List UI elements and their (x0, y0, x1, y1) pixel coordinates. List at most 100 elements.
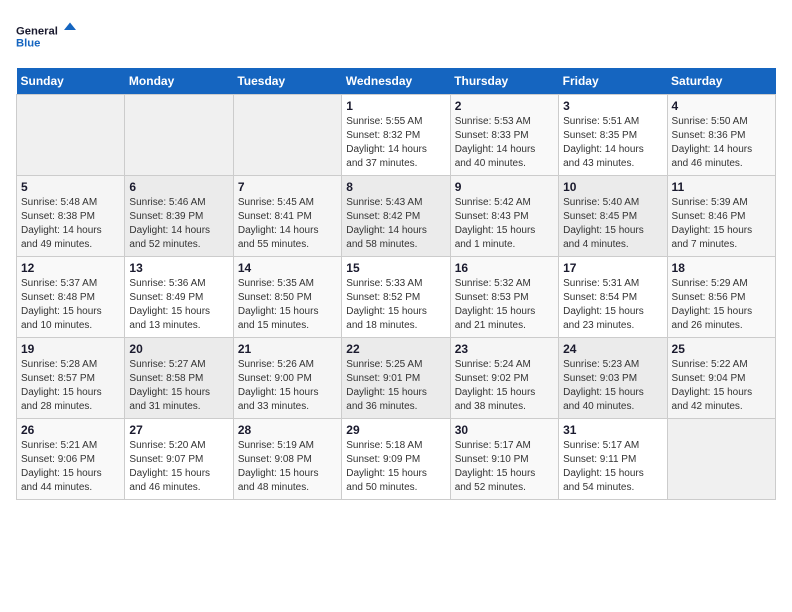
calendar-cell: 30 Sunrise: 5:17 AM Sunset: 9:10 PM Dayli… (450, 419, 558, 500)
day-info: Sunrise: 5:22 AM Sunset: 9:04 PM Dayligh… (672, 358, 771, 414)
day-number: 29 (346, 423, 445, 437)
day-info: Sunrise: 5:29 AM Sunset: 8:56 PM Dayligh… (672, 277, 771, 333)
day-number: 13 (129, 261, 228, 275)
day-info: Sunrise: 5:23 AM Sunset: 9:03 PM Dayligh… (563, 358, 662, 414)
day-number: 15 (346, 261, 445, 275)
calendar-cell: 6Sunrise: 5:46 AM Sunset: 8:39 PM Daylig… (125, 176, 233, 257)
calendar-cell (233, 95, 341, 176)
day-number: 17 (563, 261, 662, 275)
day-info: Sunrise: 5:26 AM Sunset: 9:00 PM Dayligh… (238, 358, 337, 414)
calendar-cell: 22Sunrise: 5:25 AM Sunset: 9:01 PM Dayli… (342, 338, 450, 419)
day-info: Sunrise: 5:18 AM Sunset: 9:09 PM Dayligh… (346, 439, 445, 495)
day-info: Sunrise: 5:45 AM Sunset: 8:41 PM Dayligh… (238, 196, 337, 252)
col-header-saturday: Saturday (667, 68, 775, 95)
day-info: Sunrise: 5:32 AM Sunset: 8:53 PM Dayligh… (455, 277, 554, 333)
day-number: 21 (238, 342, 337, 356)
day-info: Sunrise: 5:28 AM Sunset: 8:57 PM Dayligh… (21, 358, 120, 414)
calendar-cell: 18 Sunrise: 5:29 AM Sunset: 8:56 PM Dayli… (667, 257, 775, 338)
calendar-cell: 4 Sunrise: 5:50 AM Sunset: 8:36 PM Daylig… (667, 95, 775, 176)
page-header: General Blue (16, 16, 776, 56)
day-number: 4 (672, 99, 771, 113)
day-info: Sunrise: 5:31 AM Sunset: 8:54 PM Dayligh… (563, 277, 662, 333)
day-info: Sunrise: 5:48 AM Sunset: 8:38 PM Dayligh… (21, 196, 120, 252)
day-number: 5 (21, 180, 120, 194)
week-row-2: 5 Sunrise: 5:48 AM Sunset: 8:38 PM Daylig… (17, 176, 776, 257)
logo-svg: General Blue (16, 16, 76, 56)
logo: General Blue (16, 16, 76, 56)
calendar-cell: 31Sunrise: 5:17 AM Sunset: 9:11 PM Dayli… (559, 419, 667, 500)
day-number: 14 (238, 261, 337, 275)
calendar-cell: 3Sunrise: 5:51 AM Sunset: 8:35 PM Daylig… (559, 95, 667, 176)
calendar-cell: 19 Sunrise: 5:28 AM Sunset: 8:57 PM Dayli… (17, 338, 125, 419)
week-row-5: 26 Sunrise: 5:21 AM Sunset: 9:06 PM Dayli… (17, 419, 776, 500)
calendar-cell: 16Sunrise: 5:32 AM Sunset: 8:53 PM Dayli… (450, 257, 558, 338)
week-row-1: 1 Sunrise: 5:55 AM Sunset: 8:32 PM Daylig… (17, 95, 776, 176)
day-number: 9 (455, 180, 554, 194)
day-number: 6 (129, 180, 228, 194)
day-number: 23 (455, 342, 554, 356)
calendar-body: 1 Sunrise: 5:55 AM Sunset: 8:32 PM Daylig… (17, 95, 776, 500)
calendar-cell: 24 Sunrise: 5:23 AM Sunset: 9:03 PM Dayli… (559, 338, 667, 419)
svg-text:Blue: Blue (16, 38, 40, 50)
calendar-cell: 1 Sunrise: 5:55 AM Sunset: 8:32 PM Daylig… (342, 95, 450, 176)
calendar-cell: 9Sunrise: 5:42 AM Sunset: 8:43 PM Daylig… (450, 176, 558, 257)
day-number: 2 (455, 99, 554, 113)
day-info: Sunrise: 5:40 AM Sunset: 8:45 PM Dayligh… (563, 196, 662, 252)
day-info: Sunrise: 5:39 AM Sunset: 8:46 PM Dayligh… (672, 196, 771, 252)
day-info: Sunrise: 5:53 AM Sunset: 8:33 PM Dayligh… (455, 115, 554, 171)
calendar-cell: 10 Sunrise: 5:40 AM Sunset: 8:45 PM Dayli… (559, 176, 667, 257)
day-number: 24 (563, 342, 662, 356)
day-number: 26 (21, 423, 120, 437)
day-info: Sunrise: 5:21 AM Sunset: 9:06 PM Dayligh… (21, 439, 120, 495)
day-info: Sunrise: 5:43 AM Sunset: 8:42 PM Dayligh… (346, 196, 445, 252)
day-info: Sunrise: 5:19 AM Sunset: 9:08 PM Dayligh… (238, 439, 337, 495)
day-number: 12 (21, 261, 120, 275)
col-header-monday: Monday (125, 68, 233, 95)
day-number: 22 (346, 342, 445, 356)
calendar-cell: 2 Sunrise: 5:53 AM Sunset: 8:33 PM Daylig… (450, 95, 558, 176)
day-number: 19 (21, 342, 120, 356)
day-info: Sunrise: 5:20 AM Sunset: 9:07 PM Dayligh… (129, 439, 228, 495)
calendar-cell: 21 Sunrise: 5:26 AM Sunset: 9:00 PM Dayli… (233, 338, 341, 419)
calendar-cell: 17 Sunrise: 5:31 AM Sunset: 8:54 PM Dayli… (559, 257, 667, 338)
calendar-cell: 20 Sunrise: 5:27 AM Sunset: 8:58 PM Dayli… (125, 338, 233, 419)
day-info: Sunrise: 5:35 AM Sunset: 8:50 PM Dayligh… (238, 277, 337, 333)
day-number: 18 (672, 261, 771, 275)
week-row-4: 19 Sunrise: 5:28 AM Sunset: 8:57 PM Dayli… (17, 338, 776, 419)
calendar-cell: 15 Sunrise: 5:33 AM Sunset: 8:52 PM Dayli… (342, 257, 450, 338)
day-info: Sunrise: 5:27 AM Sunset: 8:58 PM Dayligh… (129, 358, 228, 414)
day-info: Sunrise: 5:36 AM Sunset: 8:49 PM Dayligh… (129, 277, 228, 333)
day-number: 30 (455, 423, 554, 437)
day-info: Sunrise: 5:55 AM Sunset: 8:32 PM Dayligh… (346, 115, 445, 171)
calendar-cell: 27Sunrise: 5:20 AM Sunset: 9:07 PM Dayli… (125, 419, 233, 500)
day-number: 20 (129, 342, 228, 356)
day-info: Sunrise: 5:37 AM Sunset: 8:48 PM Dayligh… (21, 277, 120, 333)
calendar-cell: 26 Sunrise: 5:21 AM Sunset: 9:06 PM Dayli… (17, 419, 125, 500)
day-number: 7 (238, 180, 337, 194)
calendar-cell: 14 Sunrise: 5:35 AM Sunset: 8:50 PM Dayli… (233, 257, 341, 338)
col-header-tuesday: Tuesday (233, 68, 341, 95)
day-info: Sunrise: 5:24 AM Sunset: 9:02 PM Dayligh… (455, 358, 554, 414)
day-number: 10 (563, 180, 662, 194)
day-info: Sunrise: 5:17 AM Sunset: 9:11 PM Dayligh… (563, 439, 662, 495)
calendar-cell: 8Sunrise: 5:43 AM Sunset: 8:42 PM Daylig… (342, 176, 450, 257)
calendar-cell (125, 95, 233, 176)
calendar-cell: 12 Sunrise: 5:37 AM Sunset: 8:48 PM Dayli… (17, 257, 125, 338)
week-row-3: 12 Sunrise: 5:37 AM Sunset: 8:48 PM Dayli… (17, 257, 776, 338)
col-header-wednesday: Wednesday (342, 68, 450, 95)
calendar-cell: 28 Sunrise: 5:19 AM Sunset: 9:08 PM Dayli… (233, 419, 341, 500)
day-info: Sunrise: 5:50 AM Sunset: 8:36 PM Dayligh… (672, 115, 771, 171)
day-info: Sunrise: 5:17 AM Sunset: 9:10 PM Dayligh… (455, 439, 554, 495)
day-number: 25 (672, 342, 771, 356)
svg-text:General: General (16, 26, 58, 38)
calendar-cell (17, 95, 125, 176)
col-header-friday: Friday (559, 68, 667, 95)
day-number: 1 (346, 99, 445, 113)
calendar-cell: 25 Sunrise: 5:22 AM Sunset: 9:04 PM Dayli… (667, 338, 775, 419)
day-number: 11 (672, 180, 771, 194)
day-info: Sunrise: 5:33 AM Sunset: 8:52 PM Dayligh… (346, 277, 445, 333)
calendar-header: SundayMondayTuesdayWednesdayThursdayFrid… (17, 68, 776, 95)
day-number: 3 (563, 99, 662, 113)
day-number: 28 (238, 423, 337, 437)
calendar-cell: 7 Sunrise: 5:45 AM Sunset: 8:41 PM Daylig… (233, 176, 341, 257)
